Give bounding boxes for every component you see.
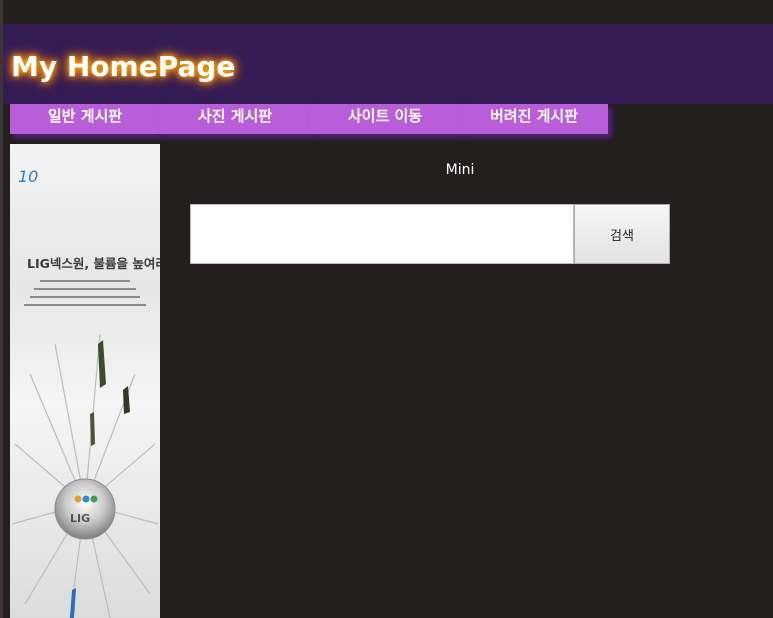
site-header: My HomePage — [3, 24, 773, 104]
search-button[interactable]: 검색 — [574, 204, 670, 264]
ad-banner-graphic: 10 LIG넥스원, 불륨을 높여라 LIG — [11, 167, 160, 618]
nav-item-general-board[interactable]: 일반 게시판 — [10, 104, 160, 134]
nav-item-abandoned-board[interactable]: 버려진 게시판 — [460, 104, 608, 134]
ad-badge: 10 — [18, 167, 38, 186]
mini-label: Mini — [445, 162, 475, 178]
nav-item-site-move[interactable]: 사이트 이동 — [310, 104, 460, 134]
ad-banner[interactable]: 10 LIG넥스원, 불륨을 높여라 LIG — [10, 144, 160, 618]
search-input[interactable] — [190, 204, 574, 264]
main-nav: 일반 게시판 사진 게시판 사이트 이동 버려진 게시판 — [10, 104, 608, 134]
ad-headline: LIG넥스원, 불륨을 높여라 — [27, 256, 160, 271]
site-title: My HomePage — [11, 50, 236, 83]
ad-logo-text: LIG — [70, 512, 90, 525]
nav-item-photo-board[interactable]: 사진 게시판 — [160, 104, 310, 134]
